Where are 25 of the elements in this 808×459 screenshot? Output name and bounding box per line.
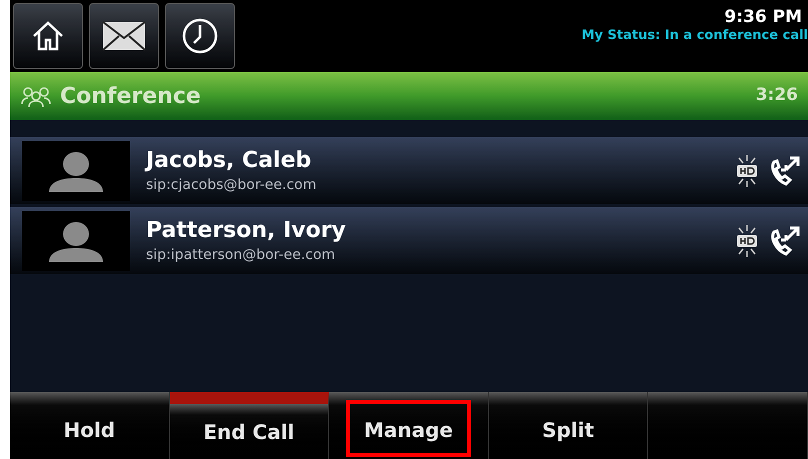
contact-name: Jacobs, Caleb [146, 146, 312, 174]
messages-button[interactable] [89, 3, 159, 69]
envelope-icon [102, 21, 146, 51]
call-row[interactable]: Patterson, Ivory sip:ipatterson@bor-ee.com [10, 207, 808, 274]
clock-icon [181, 17, 219, 55]
softkey-button[interactable]: Split [488, 392, 648, 459]
recents-button[interactable] [165, 3, 235, 69]
clock-time: 9:36 PM [724, 6, 803, 28]
call-title: Conference [60, 82, 201, 110]
status-text: My Status: In a conference call [582, 28, 808, 44]
phone-arrow-icon [768, 224, 800, 258]
home-icon [31, 20, 65, 52]
contact-address: sip:ipatterson@bor-ee.com [146, 246, 336, 264]
home-button[interactable] [13, 3, 83, 69]
softkey-button[interactable]: Manage [329, 392, 489, 459]
call-row[interactable]: Jacobs, Caleb sip:cjacobs@bor-ee.com [10, 137, 808, 204]
contact-name: Patterson, Ivory [146, 216, 346, 244]
contact-address: sip:cjacobs@bor-ee.com [146, 176, 316, 194]
softkey-button[interactable]: End Call [170, 392, 330, 459]
person-icon [46, 220, 106, 262]
person-icon [46, 150, 106, 192]
group-icon [20, 85, 52, 107]
call-duration: 3:26 [756, 84, 798, 108]
phone-arrow-icon [768, 154, 800, 188]
softkey-button[interactable]: Hold [10, 392, 170, 459]
